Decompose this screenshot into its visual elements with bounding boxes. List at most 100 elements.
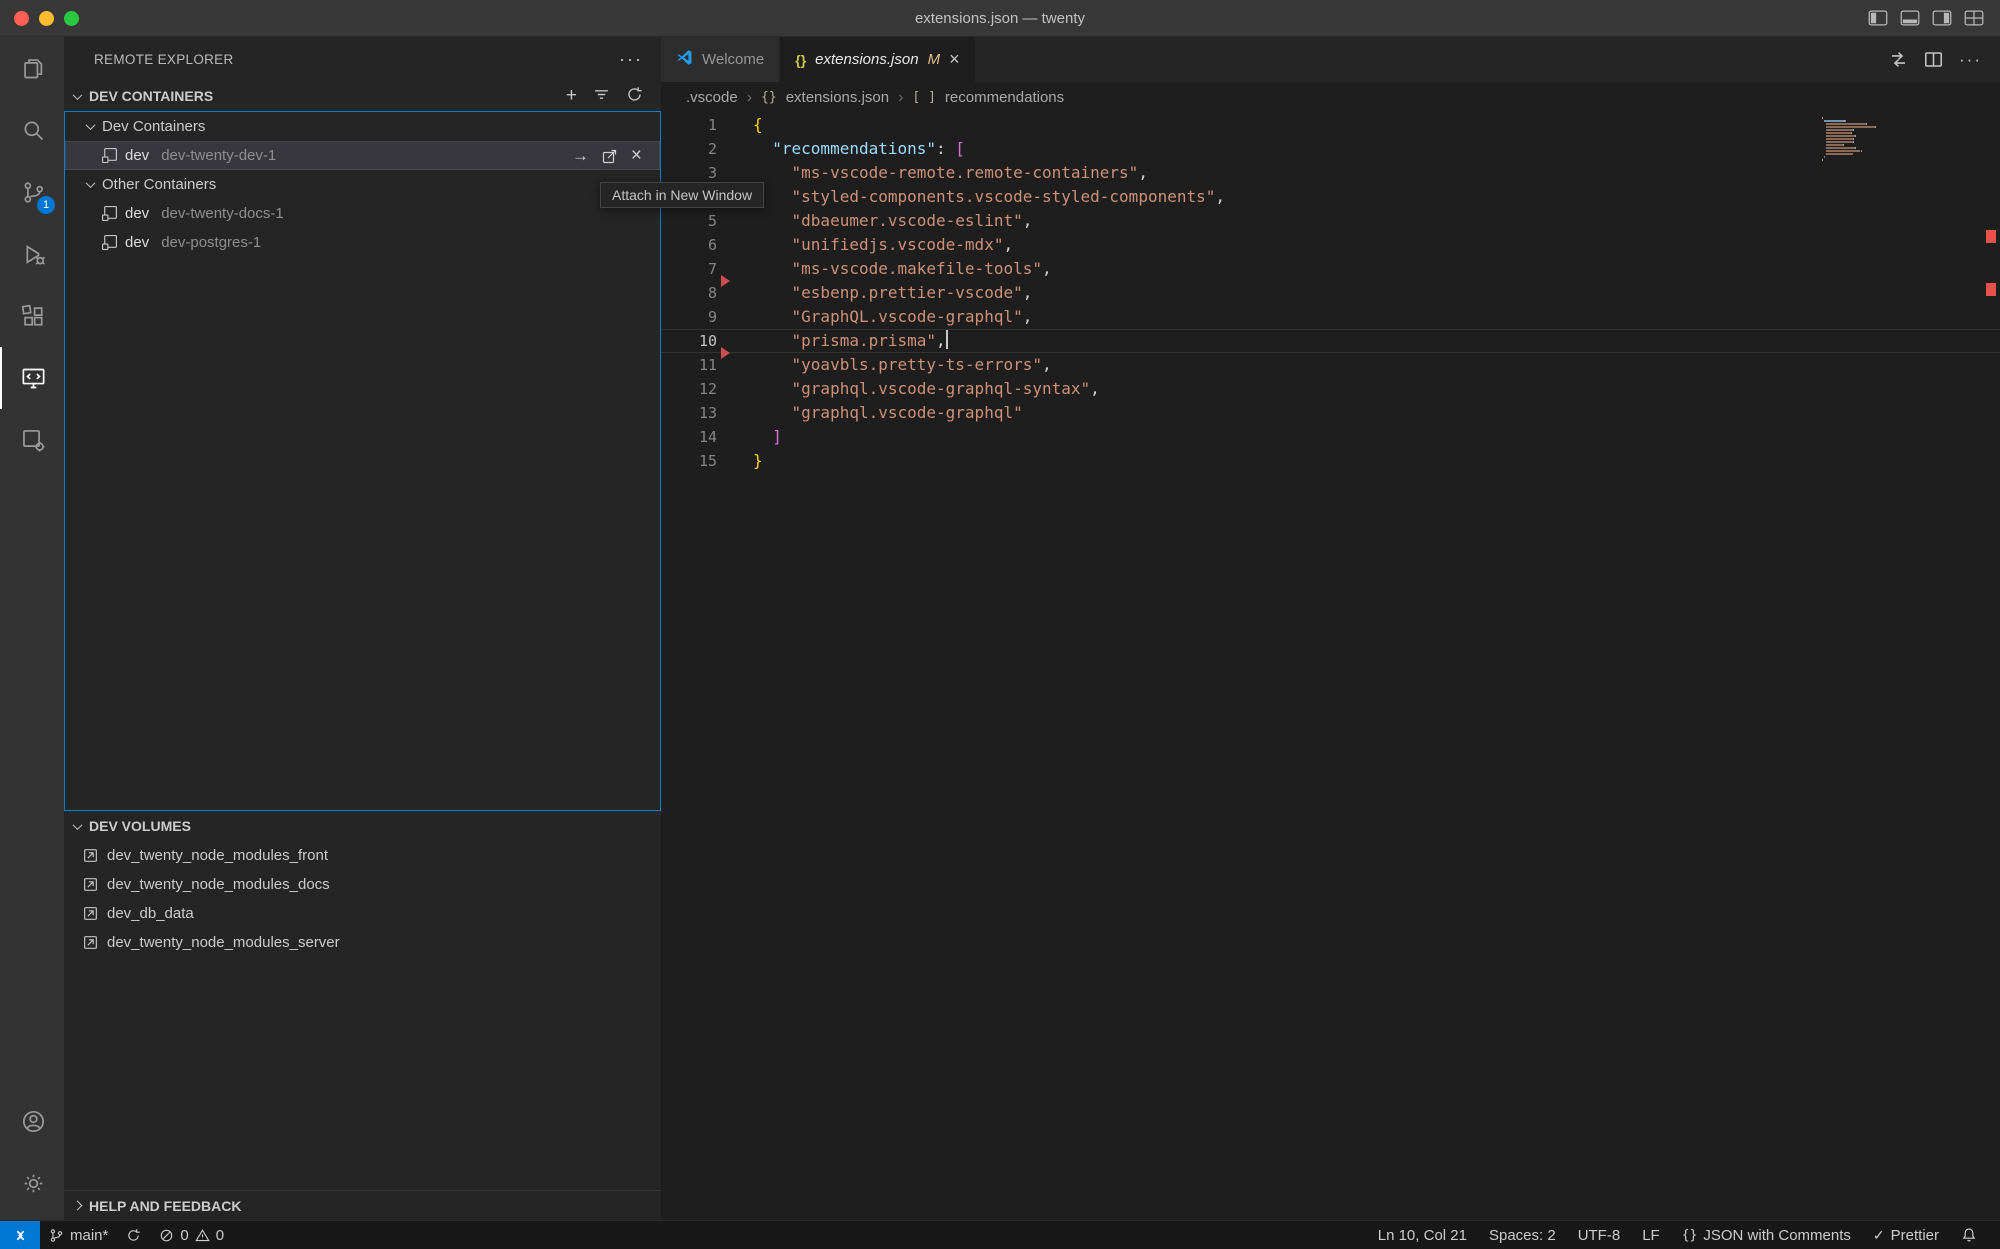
- code-line-2[interactable]: 2 "recommendations": [: [661, 137, 2000, 161]
- eol-button[interactable]: LF: [1631, 1221, 1671, 1249]
- add-container-icon[interactable]: +: [566, 85, 577, 107]
- volume-item[interactable]: dev_twenty_node_modules_server: [64, 928, 661, 957]
- line-number[interactable]: 6: [661, 233, 753, 257]
- code-line-9[interactable]: 9 "GraphQL.vscode-graphql",: [661, 305, 2000, 329]
- code-line-4[interactable]: 4 "styled-components.vscode-styled-compo…: [661, 185, 2000, 209]
- remote-explorer-icon[interactable]: [0, 347, 64, 409]
- tab-extensions-json[interactable]: {} extensions.json M ×: [780, 37, 975, 82]
- stop-container-icon[interactable]: ×: [631, 145, 642, 167]
- code-line-7[interactable]: 7 "ms-vscode.makefile-tools",: [661, 257, 2000, 281]
- group-label: Dev Containers: [102, 118, 205, 135]
- code-line-12[interactable]: 12 "graphql.vscode-graphql-syntax",: [661, 377, 2000, 401]
- extensions-icon[interactable]: [0, 285, 64, 347]
- container-item[interactable]: devdev-twenty-dev-1→×: [65, 141, 660, 170]
- git-deleted-lines-marker[interactable]: [721, 275, 730, 287]
- container-item[interactable]: devdev-postgres-1: [65, 228, 660, 257]
- git-deleted-lines-marker[interactable]: [721, 347, 730, 359]
- sync-changes-button[interactable]: [117, 1221, 150, 1249]
- code-line-14[interactable]: 14 ]: [661, 425, 2000, 449]
- code-line-5[interactable]: 5 "dbaeumer.vscode-eslint",: [661, 209, 2000, 233]
- code-area[interactable]: 1{2 "recommendations": [3 "ms-vscode-rem…: [661, 113, 2000, 1220]
- problems-button[interactable]: 0 0: [150, 1221, 233, 1249]
- attach-new-window-icon[interactable]: [602, 148, 618, 164]
- code-line-15[interactable]: 15}: [661, 449, 2000, 473]
- code-line-8[interactable]: 8 "esbenp.prettier-vscode",: [661, 281, 2000, 305]
- explorer-icon[interactable]: [0, 37, 64, 99]
- toggle-secondary-sidebar-icon[interactable]: [1932, 9, 1952, 27]
- warning-count: 0: [216, 1227, 224, 1244]
- toggle-panel-icon[interactable]: [1900, 9, 1920, 27]
- chevron-down-icon: [73, 820, 83, 830]
- close-tab-icon[interactable]: ×: [949, 49, 960, 70]
- vscode-window: extensions.json — twenty 1: [0, 0, 2000, 1249]
- sidebar-more-actions-icon[interactable]: ···: [619, 49, 643, 70]
- cursor-position-button[interactable]: Ln 10, Col 21: [1367, 1221, 1478, 1249]
- breadcrumb-file[interactable]: extensions.json: [786, 89, 889, 106]
- source-control-icon[interactable]: 1: [0, 161, 64, 223]
- search-icon[interactable]: [0, 99, 64, 161]
- container-tag: dev: [125, 205, 149, 222]
- minimap[interactable]: [1810, 117, 1984, 162]
- section-help-and-feedback[interactable]: HELP AND FEEDBACK: [64, 1190, 661, 1220]
- line-number[interactable]: 10: [661, 329, 753, 353]
- code-line-1[interactable]: 1{: [661, 113, 2000, 137]
- line-number[interactable]: 12: [661, 377, 753, 401]
- container-item[interactable]: devdev-twenty-docs-1: [65, 199, 660, 228]
- row-actions: →×: [572, 145, 660, 167]
- line-number[interactable]: 2: [661, 137, 753, 161]
- line-number[interactable]: 1: [661, 113, 753, 137]
- code-line-13[interactable]: 13 "graphql.vscode-graphql": [661, 401, 2000, 425]
- breadcrumb-symbol[interactable]: recommendations: [945, 89, 1064, 106]
- line-number[interactable]: 7: [661, 257, 753, 281]
- volume-item[interactable]: dev_twenty_node_modules_docs: [64, 870, 661, 899]
- attach-shell-icon[interactable]: →: [572, 146, 589, 166]
- toggle-sidebar-icon[interactable]: [1868, 9, 1888, 27]
- line-number[interactable]: 14: [661, 425, 753, 449]
- code-line-3[interactable]: 3 "ms-vscode-remote.remote-containers",: [661, 161, 2000, 185]
- run-debug-icon[interactable]: [0, 223, 64, 285]
- tree-group-header[interactable]: Dev Containers: [65, 112, 660, 141]
- minimize-window-button[interactable]: [39, 11, 54, 26]
- language-mode-button[interactable]: {} JSON with Comments: [1671, 1221, 1862, 1249]
- line-number[interactable]: 9: [661, 305, 753, 329]
- settings-gear-icon[interactable]: [0, 1152, 64, 1214]
- volume-item[interactable]: dev_twenty_node_modules_front: [64, 841, 661, 870]
- dev-containers-icon[interactable]: [0, 409, 64, 471]
- breadcrumb-separator: ›: [747, 89, 752, 107]
- indentation-button[interactable]: Spaces: 2: [1478, 1221, 1567, 1249]
- error-count: 0: [180, 1227, 188, 1244]
- open-changes-icon[interactable]: [1889, 50, 1908, 69]
- formatter-button[interactable]: ✓ Prettier: [1862, 1221, 1950, 1249]
- sidebar-remote-explorer: REMOTE EXPLORER ··· DEV CONTAINERS + Dev…: [64, 37, 661, 1220]
- section-dev-containers[interactable]: DEV CONTAINERS +: [64, 81, 661, 111]
- code-line-11[interactable]: 11 "yoavbls.pretty-ts-errors",: [661, 353, 2000, 377]
- close-window-button[interactable]: [14, 11, 29, 26]
- volume-item[interactable]: dev_db_data: [64, 899, 661, 928]
- remote-indicator-button[interactable]: [0, 1221, 40, 1249]
- tab-welcome[interactable]: Welcome: [661, 37, 780, 82]
- container-tag: dev: [125, 147, 149, 164]
- line-number[interactable]: 8: [661, 281, 753, 305]
- refresh-icon[interactable]: [626, 86, 643, 106]
- code-text: "ms-vscode.makefile-tools",: [753, 257, 1052, 281]
- filter-list-icon[interactable]: [593, 86, 610, 106]
- line-number[interactable]: 11: [661, 353, 753, 377]
- customize-layout-icon[interactable]: [1964, 9, 1984, 27]
- breadcrumb-folder[interactable]: .vscode: [686, 89, 738, 106]
- section-dev-volumes[interactable]: DEV VOLUMES: [64, 811, 661, 841]
- line-number[interactable]: 13: [661, 401, 753, 425]
- notifications-bell-icon[interactable]: [1950, 1221, 1988, 1249]
- container-tag: dev: [125, 234, 149, 251]
- split-editor-icon[interactable]: [1924, 50, 1943, 69]
- line-number[interactable]: 5: [661, 209, 753, 233]
- git-branch-button[interactable]: main*: [40, 1221, 117, 1249]
- code-text: }: [753, 449, 763, 473]
- accounts-icon[interactable]: [0, 1090, 64, 1152]
- encoding-button[interactable]: UTF-8: [1567, 1221, 1632, 1249]
- line-number[interactable]: 15: [661, 449, 753, 473]
- tree-group-header[interactable]: Other Containers: [65, 170, 660, 199]
- code-line-10[interactable]: 10 "prisma.prisma",: [661, 329, 2000, 353]
- more-actions-icon[interactable]: ···: [1959, 50, 1982, 70]
- fullscreen-window-button[interactable]: [64, 11, 79, 26]
- code-line-6[interactable]: 6 "unifiedjs.vscode-mdx",: [661, 233, 2000, 257]
